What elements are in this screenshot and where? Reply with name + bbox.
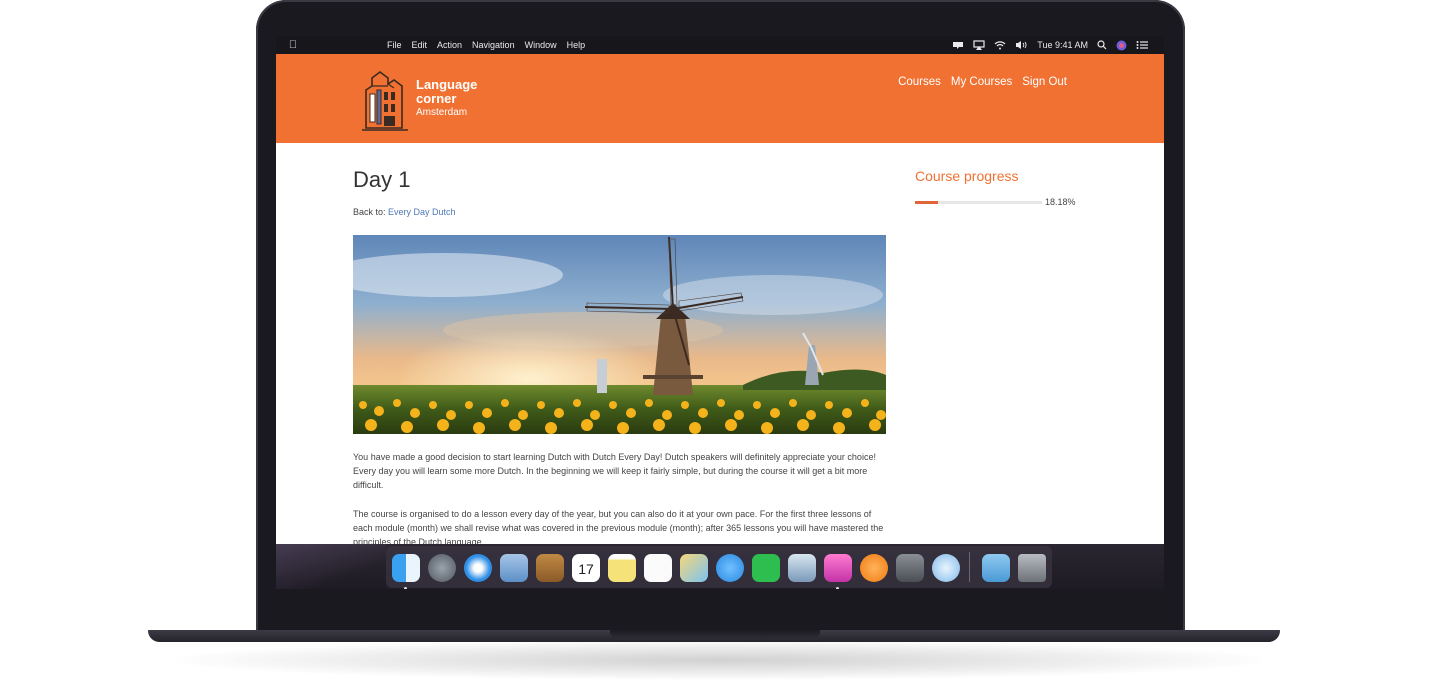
course-progress-fill	[915, 201, 939, 204]
back-to-course-link[interactable]: Every Day Dutch	[388, 207, 456, 217]
course-progress-percent: 18.18%	[1045, 197, 1076, 207]
notifications-icon[interactable]	[952, 40, 964, 50]
messages-icon[interactable]	[716, 554, 744, 582]
canal-house-logo-icon[interactable]	[358, 68, 414, 137]
laptop-shadow	[170, 640, 1270, 680]
launchpad-icon[interactable]	[428, 554, 456, 582]
main-nav: Courses My Courses Sign Out	[898, 76, 1067, 88]
laptop-notch	[610, 630, 820, 638]
menu-file[interactable]: File	[387, 40, 402, 50]
mail-icon[interactable]	[500, 554, 528, 582]
logo-line-corner: corner	[416, 91, 457, 106]
windmill-sunflower-hero-image	[353, 235, 886, 434]
notification-center-icon[interactable]	[1136, 40, 1148, 50]
site-header: Language corner Amsterdam Courses My Cou…	[276, 54, 1164, 143]
wifi-icon[interactable]	[994, 40, 1006, 50]
system-preferences-icon[interactable]	[896, 554, 924, 582]
trash-icon[interactable]	[1018, 554, 1046, 582]
finder-icon[interactable]	[392, 554, 420, 582]
menu-window[interactable]: Window	[525, 40, 557, 50]
dock-separator	[969, 552, 970, 582]
lesson-paragraph: You have made a good decision to start l…	[353, 452, 876, 490]
dock: 17	[276, 544, 1164, 589]
menu-navigation[interactable]: Navigation	[472, 40, 515, 50]
downloads-folder-icon[interactable]	[982, 554, 1010, 582]
notes-icon[interactable]	[608, 554, 636, 582]
course-progress-bar	[915, 201, 1042, 204]
page-title: Day 1	[353, 167, 411, 192]
spotlight-search-icon[interactable]	[1097, 40, 1107, 50]
itunes-icon[interactable]	[824, 554, 852, 582]
finder-running-indicator	[404, 587, 407, 589]
siri-icon[interactable]	[1116, 40, 1127, 51]
safari-icon[interactable]	[464, 554, 492, 582]
menu-action[interactable]: Action	[437, 40, 462, 50]
logo-line-amsterdam: Amsterdam	[416, 107, 468, 118]
logo-text[interactable]: Language corner Amsterdam	[416, 78, 477, 120]
nav-my-courses-link[interactable]: My Courses	[951, 76, 1012, 88]
reminders-icon[interactable]	[644, 554, 672, 582]
airplay-icon[interactable]	[973, 40, 985, 50]
status-area: Tue 9:41 AM	[952, 40, 1148, 51]
course-progress-title: Course progress	[915, 168, 1019, 184]
app-name[interactable]	[304, 40, 379, 50]
menu-items: File Edit Action Navigation Window Help	[387, 40, 585, 50]
clock[interactable]: Tue 9:41 AM	[1037, 40, 1088, 50]
nav-sign-out-link[interactable]: Sign Out	[1022, 76, 1067, 88]
volume-icon[interactable]	[1015, 40, 1028, 50]
calendar-icon[interactable]: 17	[572, 554, 600, 582]
back-to-label: Back to:	[353, 207, 386, 217]
apple-icon[interactable]: 	[286, 39, 300, 51]
desktop-wallpaper	[276, 544, 386, 589]
photos-icon[interactable]	[680, 554, 708, 582]
preview-icon[interactable]	[788, 554, 816, 582]
back-to-breadcrumb: Back to: Every Day Dutch	[353, 207, 456, 217]
menu-help[interactable]: Help	[567, 40, 586, 50]
screen:  File Edit Action Navigation Window Hel…	[276, 36, 1164, 589]
lesson-paragraph: The course is organised to do a lesson e…	[353, 509, 884, 547]
menu-bar:  File Edit Action Navigation Window Hel…	[276, 36, 1164, 54]
contacts-icon[interactable]	[536, 554, 564, 582]
menu-edit[interactable]: Edit	[412, 40, 428, 50]
nav-courses-link[interactable]: Courses	[898, 76, 941, 88]
itunes-running-indicator	[836, 587, 839, 589]
facetime-icon[interactable]	[752, 554, 780, 582]
logo-line-language: Language	[416, 77, 478, 92]
vpn-icon[interactable]	[932, 554, 960, 582]
ibooks-icon[interactable]	[860, 554, 888, 582]
